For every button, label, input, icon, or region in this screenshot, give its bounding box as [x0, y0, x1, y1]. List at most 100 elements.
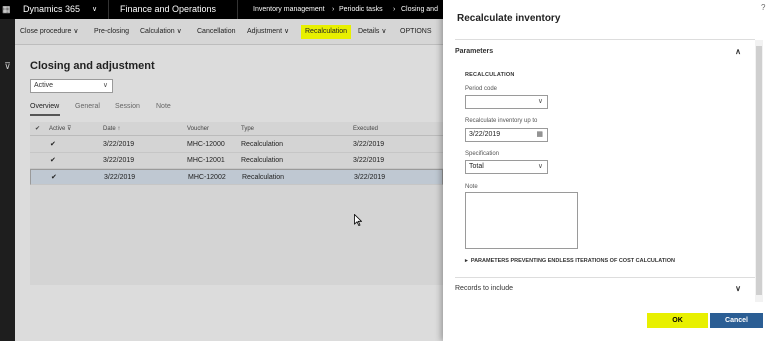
chevron-down-icon: ∨ — [73, 28, 79, 35]
action-options[interactable]: OPTIONS — [400, 25, 432, 39]
action-label: Details — [358, 28, 380, 35]
module-name[interactable]: Finance and Operations — [120, 0, 216, 19]
table-row-selected[interactable]: ✔ 3/22/2019 MHC-12002 Recalculation 3/22… — [30, 169, 443, 185]
note-textarea[interactable] — [465, 192, 578, 249]
column-header-type[interactable]: Type — [241, 122, 254, 136]
calendar-icon[interactable]: ▦ — [536, 129, 543, 141]
tab-overview[interactable]: Overview — [30, 103, 59, 110]
top-nav-bar: ▦ Dynamics 365 ∨ Finance and Operations … — [0, 0, 443, 19]
tab-general[interactable]: General — [75, 103, 100, 110]
cell-voucher[interactable]: MHC-12002 — [188, 170, 226, 186]
column-label: Date — [103, 126, 116, 132]
field-label: Note — [465, 184, 478, 190]
field-label: Specification — [465, 151, 500, 157]
cell-date: 3/22/2019 — [103, 141, 135, 148]
chevron-down-icon: ∨ — [176, 28, 182, 35]
sort-arrow-up-icon: ↑ — [117, 126, 121, 132]
active-check-icon: ✔ — [50, 141, 56, 148]
status-filter-select[interactable]: Active ∨ — [30, 79, 113, 93]
field-label: Period code — [465, 86, 498, 92]
specification-value: Total — [469, 163, 484, 170]
chevron-down-icon: ∨ — [102, 82, 108, 89]
tab-session[interactable]: Session — [115, 103, 140, 110]
select-all-check-icon[interactable]: ✔ — [35, 122, 40, 136]
action-details[interactable]: Details ∨ — [358, 25, 386, 39]
closing-grid: ✔ Active ⊽ Date ↑ Voucher Type Executed … — [30, 122, 443, 285]
dialog-scrollbar[interactable] — [755, 40, 763, 302]
action-label: Calculation — [140, 28, 175, 35]
cell-date: 3/22/2019 — [104, 174, 136, 181]
chevron-down-icon: ∨ — [283, 28, 290, 35]
action-calculation[interactable]: Calculation ∨ — [140, 25, 182, 39]
action-pane: Close procedure ∨ Pre-closing Calculatio… — [15, 19, 443, 45]
recalculate-upto-date-input[interactable]: 3/22/2019 ▦ — [465, 128, 548, 142]
column-label: Active — [49, 126, 66, 132]
active-tab-indicator — [30, 114, 60, 116]
parameters-section-header[interactable]: Parameters ∧ — [455, 45, 755, 59]
action-recalculation[interactable]: Recalculation — [301, 25, 352, 39]
action-pre-closing[interactable]: Pre-closing — [94, 25, 129, 39]
scrollbar-thumb[interactable] — [756, 46, 762, 295]
endless-iterations-subsection[interactable]: ▸ PARAMETERS PREVENTING ENDLESS ITERATIO… — [465, 258, 675, 264]
cell-date: 3/22/2019 — [103, 157, 135, 164]
column-header-date[interactable]: Date ↑ — [103, 122, 120, 136]
table-row[interactable]: ✔ 3/22/2019 MHC-12001 Recalculation 3/22… — [30, 153, 443, 169]
period-code-select[interactable]: ∨ — [465, 95, 548, 109]
action-close-procedure[interactable]: Close procedure ∨ — [20, 25, 78, 39]
column-header-executed[interactable]: Executed — [353, 122, 378, 136]
filter-icon[interactable]: ⊽ — [2, 61, 13, 72]
chevron-down-icon: ∨ — [735, 284, 741, 293]
cell-voucher[interactable]: MHC-12000 — [187, 137, 225, 153]
chevron-down-icon: ∨ — [537, 98, 543, 105]
expand-triangle-icon: ▸ — [465, 258, 468, 264]
divider — [455, 277, 755, 278]
chevron-down-icon: ∨ — [381, 28, 387, 35]
filter-icon: ⊽ — [67, 126, 72, 132]
breadcrumb-item[interactable]: Periodic tasks — [339, 0, 383, 19]
tab-note[interactable]: Note — [156, 103, 171, 110]
page-title: Closing and adjustment — [30, 60, 155, 72]
nav-divider — [108, 0, 109, 19]
status-filter-value: Active — [34, 82, 54, 89]
records-to-include-header[interactable]: Records to include ∨ — [455, 282, 755, 296]
divider — [455, 39, 755, 40]
cancel-button[interactable]: Cancel — [710, 313, 763, 328]
section-label: Records to include — [455, 285, 513, 292]
table-row[interactable]: ✔ 3/22/2019 MHC-12000 Recalculation 3/22… — [30, 137, 443, 153]
action-cancellation[interactable]: Cancellation — [197, 25, 236, 39]
breadcrumb-item[interactable]: Inventory management — [253, 0, 325, 19]
cell-executed: 3/22/2019 — [354, 174, 386, 181]
breadcrumb-separator-icon: › — [332, 6, 335, 13]
cell-type: Recalculation — [242, 174, 285, 181]
action-adjustment[interactable]: Adjustment ∨ — [247, 25, 289, 39]
field-label: Recalculate inventory up to — [465, 118, 538, 124]
chevron-up-icon: ∧ — [735, 47, 741, 56]
group-label: RECALCULATION — [465, 72, 515, 78]
active-check-icon: ✔ — [51, 174, 57, 181]
mouse-pointer-icon — [354, 214, 362, 226]
app-grid-icon[interactable]: ▦ — [2, 0, 11, 19]
cell-executed: 3/22/2019 — [353, 141, 385, 148]
nav-divider — [237, 0, 238, 19]
breadcrumb-separator-icon: › — [393, 6, 396, 13]
breadcrumb-item[interactable]: Closing and — [401, 0, 438, 19]
specification-select[interactable]: Total ∨ — [465, 160, 548, 174]
ok-button[interactable]: OK — [647, 313, 708, 328]
recalculate-inventory-dialog: ? Recalculate inventory Parameters ∧ REC… — [443, 0, 768, 341]
app-name[interactable]: Dynamics 365 — [23, 0, 80, 19]
cell-type: Recalculation — [241, 157, 284, 164]
subsection-label: PARAMETERS PREVENTING ENDLESS ITERATIONS… — [470, 258, 675, 264]
date-value: 3/22/2019 — [469, 131, 501, 138]
section-label: Parameters — [455, 48, 494, 55]
action-label: Adjustment — [247, 28, 283, 35]
chevron-down-icon: ∨ — [537, 163, 543, 170]
cell-type: Recalculation — [241, 141, 284, 148]
cell-executed: 3/22/2019 — [353, 157, 385, 164]
column-header-active[interactable]: Active ⊽ — [49, 122, 71, 136]
left-navigation-rail: ⊽ — [0, 19, 15, 341]
cell-voucher[interactable]: MHC-12001 — [187, 153, 225, 169]
help-icon[interactable]: ? — [761, 3, 765, 12]
active-check-icon: ✔ — [50, 157, 56, 164]
app-switcher-chevron-icon[interactable]: ∨ — [92, 0, 97, 19]
column-header-voucher[interactable]: Voucher — [187, 122, 209, 136]
